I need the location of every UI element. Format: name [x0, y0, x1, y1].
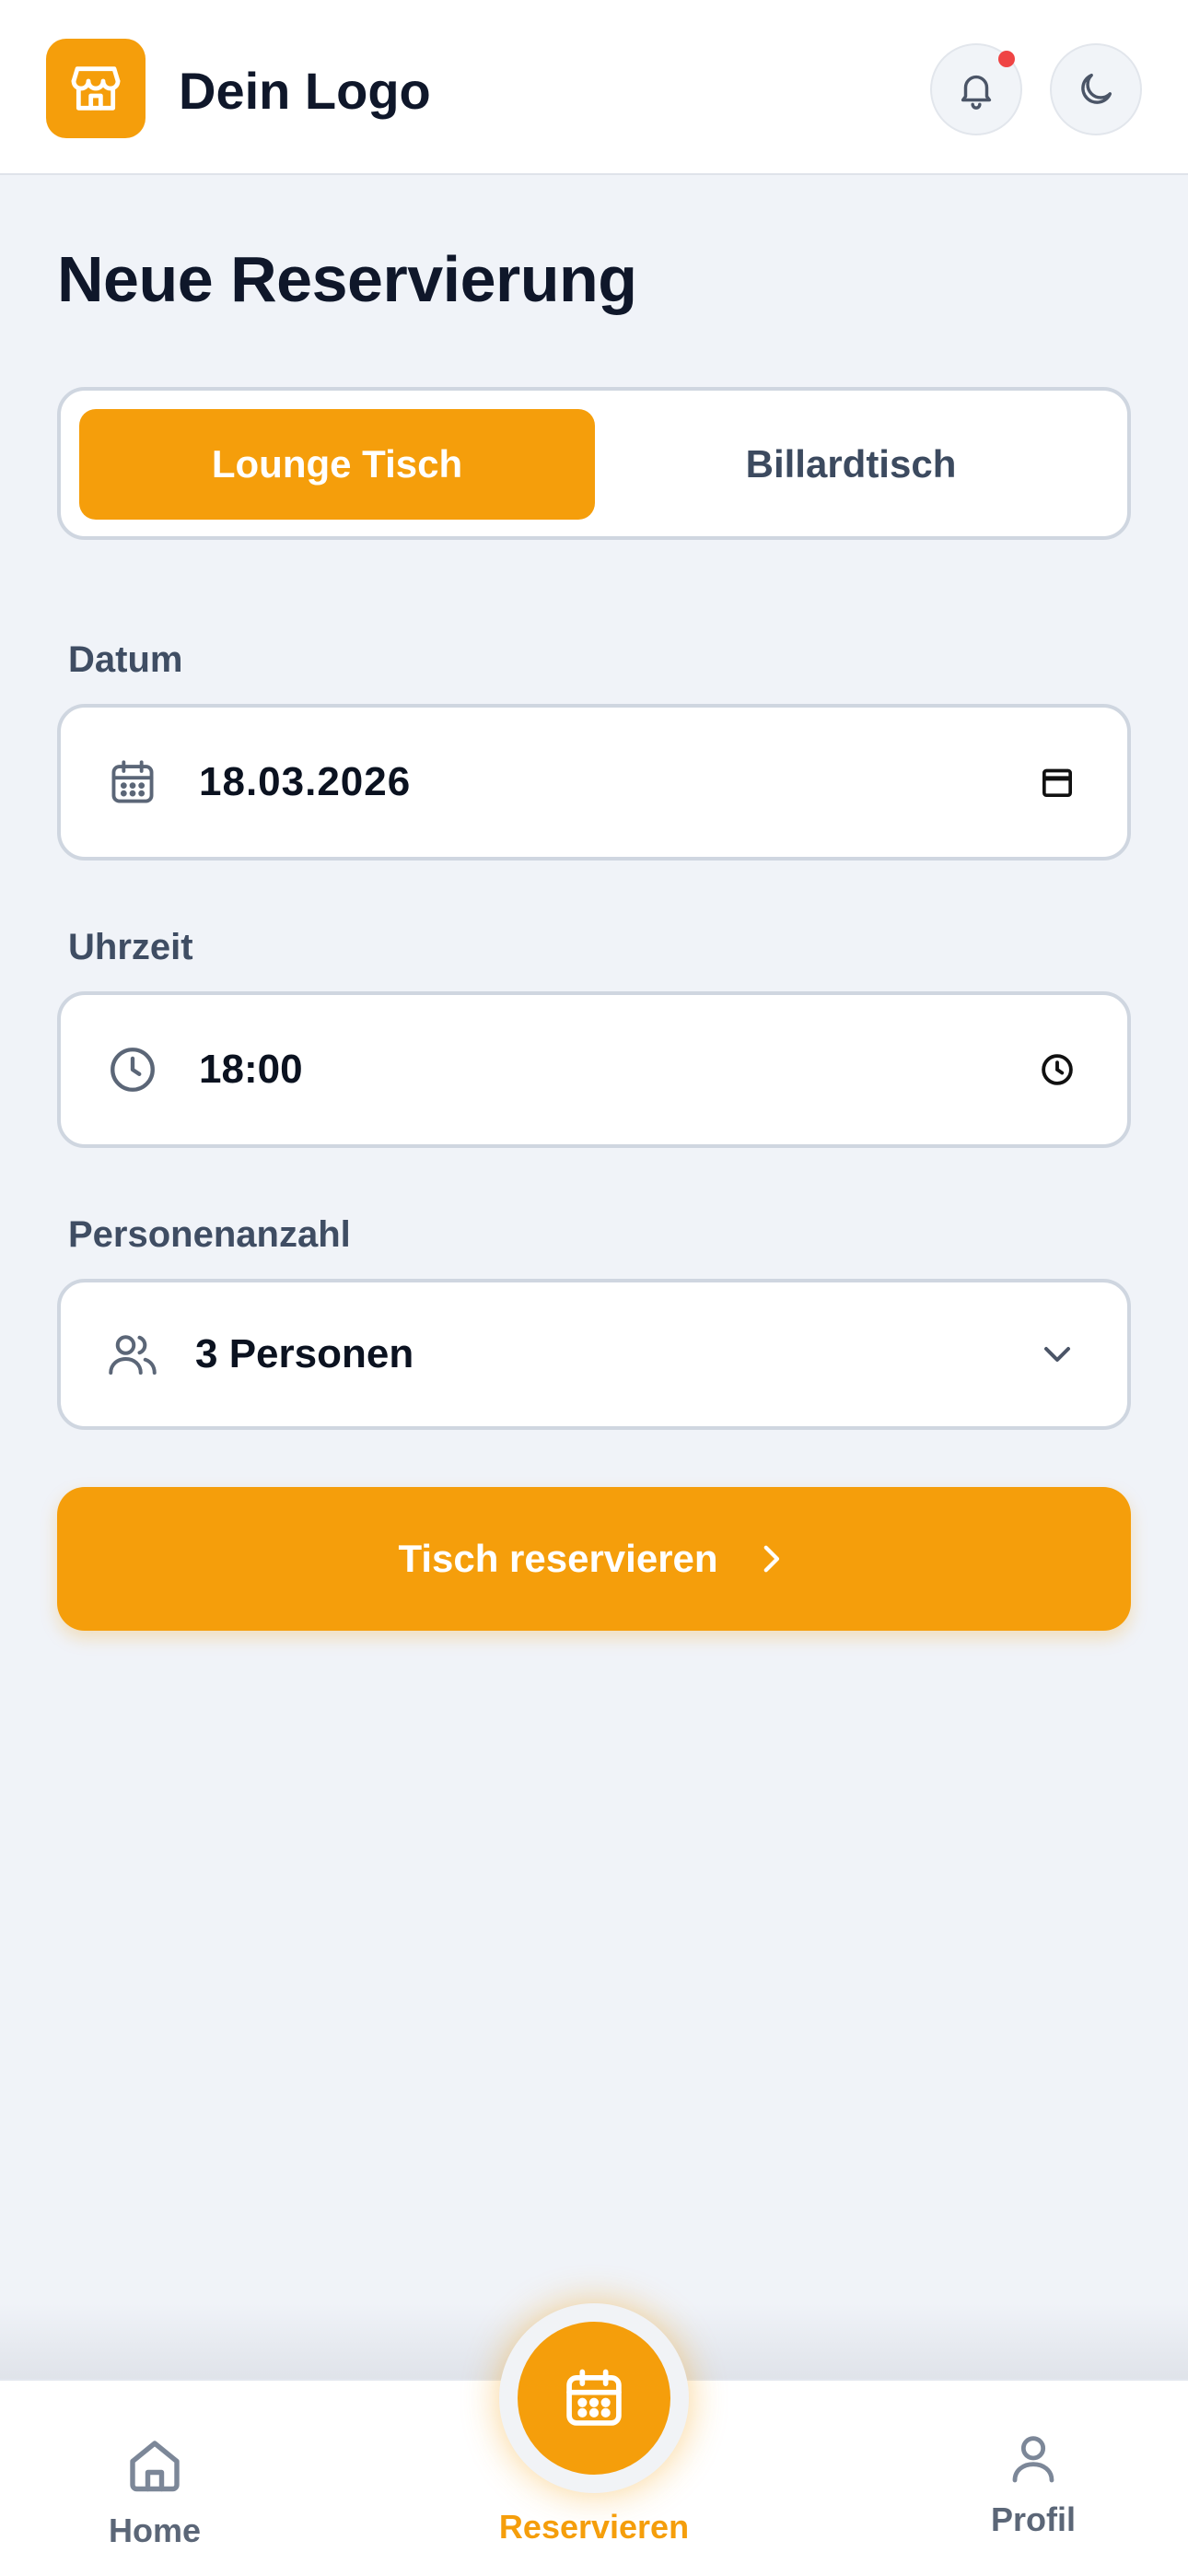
- user-icon: [1012, 2436, 1054, 2483]
- clock-icon: [103, 1040, 162, 1099]
- theme-toggle-button[interactable]: [1050, 43, 1142, 135]
- time-picker-icon[interactable]: [1033, 1046, 1081, 1094]
- calendar-icon: [103, 753, 162, 812]
- users-icon: [103, 1325, 162, 1384]
- calendar-icon: [566, 2369, 622, 2426]
- guests-label: Personenanzahl: [68, 1214, 351, 1255]
- app-header: Dein Logo: [0, 0, 1188, 175]
- nav-reservieren-fab[interactable]: [499, 2303, 689, 2493]
- segment-billardtisch[interactable]: Billardtisch: [593, 409, 1109, 520]
- date-field[interactable]: 18.03.2026: [57, 704, 1131, 861]
- notification-dot: [998, 51, 1015, 67]
- reserve-table-label: Tisch reservieren: [398, 1537, 718, 1580]
- home-icon: [130, 2441, 180, 2492]
- time-field[interactable]: 18:00: [57, 991, 1131, 1148]
- nav-profil-label: Profil: [990, 2500, 1076, 2538]
- date-picker-icon[interactable]: [1033, 758, 1081, 806]
- date-label: Datum: [68, 639, 183, 680]
- nav-home[interactable]: Home: [81, 2432, 228, 2550]
- nav-home-label: Home: [108, 2512, 202, 2549]
- date-value: 18.03.2026: [199, 759, 412, 804]
- logo-badge[interactable]: [46, 39, 146, 138]
- logo-text: Dein Logo: [179, 62, 431, 120]
- table-type-selector: Lounge Tisch Billardtisch: [57, 387, 1131, 540]
- time-label: Uhrzeit: [68, 927, 193, 967]
- chevron-down-icon: [1033, 1330, 1081, 1378]
- moon-icon: [1081, 73, 1112, 104]
- chevron-right-icon: [763, 1545, 779, 1573]
- fab-circle: [518, 2322, 670, 2475]
- guests-value: 3 Personen: [195, 1331, 414, 1376]
- page-title: Neue Reservierung: [57, 243, 637, 315]
- bell-icon: [961, 75, 992, 110]
- reserve-table-button[interactable]: Tisch reservieren: [57, 1487, 1131, 1631]
- nav-profil[interactable]: Profil: [960, 2429, 1107, 2539]
- time-value: 18:00: [199, 1047, 303, 1092]
- notifications-button[interactable]: [930, 43, 1022, 135]
- nav-reservieren-label[interactable]: Reservieren: [442, 2508, 746, 2547]
- store-icon: [71, 66, 121, 111]
- guests-select[interactable]: 3 Personen: [57, 1279, 1131, 1430]
- segment-lounge-tisch[interactable]: Lounge Tisch: [79, 409, 595, 520]
